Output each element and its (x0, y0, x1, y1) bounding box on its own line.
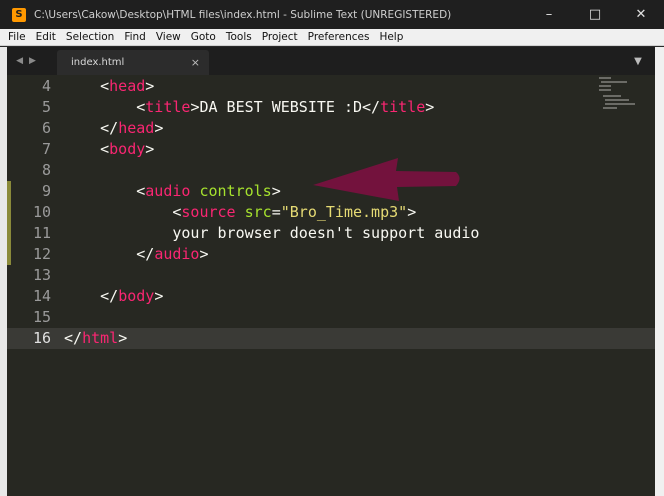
line-number: 6 (41, 119, 51, 137)
code-line[interactable]: your browser doesn't support audio (64, 223, 479, 244)
tab-nav: ◀ ▶ (7, 47, 45, 75)
code-line[interactable]: </body> (64, 286, 163, 307)
menu-view[interactable]: View (151, 29, 186, 46)
menu-goto[interactable]: Goto (186, 29, 221, 46)
code-line[interactable]: <audio controls> (64, 181, 281, 202)
menu-find[interactable]: Find (119, 29, 151, 46)
window-border-left (0, 47, 7, 496)
sublime-logo-icon: S (12, 7, 26, 22)
line-number: 13 (32, 266, 51, 284)
code-line[interactable]: </html> (64, 328, 127, 349)
title-bar: S C:\Users\Cakow\Desktop\HTML files\inde… (0, 0, 664, 29)
maximize-icon[interactable]: □ (572, 0, 618, 29)
minimap[interactable] (595, 75, 635, 115)
code-line[interactable]: </audio> (64, 244, 208, 265)
menu-preferences[interactable]: Preferences (303, 29, 375, 46)
tab-prev-icon[interactable]: ◀ (16, 56, 23, 66)
line-number: 14 (32, 287, 51, 305)
menu-file[interactable]: File (0, 29, 31, 46)
menu-project[interactable]: Project (257, 29, 303, 46)
menu-help[interactable]: Help (374, 29, 408, 46)
code-line[interactable]: <head> (64, 76, 154, 97)
tab-dropdown-icon[interactable]: ▼ (621, 47, 655, 75)
line-number: 10 (32, 203, 51, 221)
menu-bar: File Edit Selection Find View Goto Tools… (0, 29, 664, 46)
line-number: 12 (32, 245, 51, 263)
line-number: 4 (41, 77, 51, 95)
tab-index-html[interactable]: index.html × (57, 50, 209, 75)
code-editor[interactable]: 4 <head> 5 <title>DA BEST WEBSITE :D</tit… (7, 75, 655, 496)
tab-bar: ◀ ▶ index.html × ▼ (7, 47, 655, 75)
line-number: 9 (41, 182, 51, 200)
menu-tools[interactable]: Tools (221, 29, 257, 46)
line-number: 16 (32, 329, 51, 347)
window-border-right (655, 47, 664, 496)
minimize-icon[interactable]: – (526, 0, 572, 29)
menu-selection[interactable]: Selection (61, 29, 119, 46)
code-line[interactable]: </head> (64, 118, 163, 139)
tab-label: index.html (71, 57, 125, 68)
window-title: C:\Users\Cakow\Desktop\HTML files\index.… (34, 8, 452, 21)
line-number: 7 (41, 140, 51, 158)
code-line[interactable]: <source src="Bro_Time.mp3"> (64, 202, 416, 223)
code-line[interactable]: <title>DA BEST WEBSITE :D</title> (64, 97, 434, 118)
close-icon[interactable]: ✕ (618, 0, 664, 29)
line-number: 5 (41, 98, 51, 116)
line-number: 11 (32, 224, 51, 242)
tab-close-icon[interactable]: × (191, 56, 200, 69)
code-line[interactable]: <body> (64, 139, 154, 160)
line-number: 8 (41, 161, 51, 179)
menu-edit[interactable]: Edit (31, 29, 61, 46)
tab-next-icon[interactable]: ▶ (29, 56, 36, 66)
line-number: 15 (32, 308, 51, 326)
annotation-arrow-shape (313, 158, 460, 201)
